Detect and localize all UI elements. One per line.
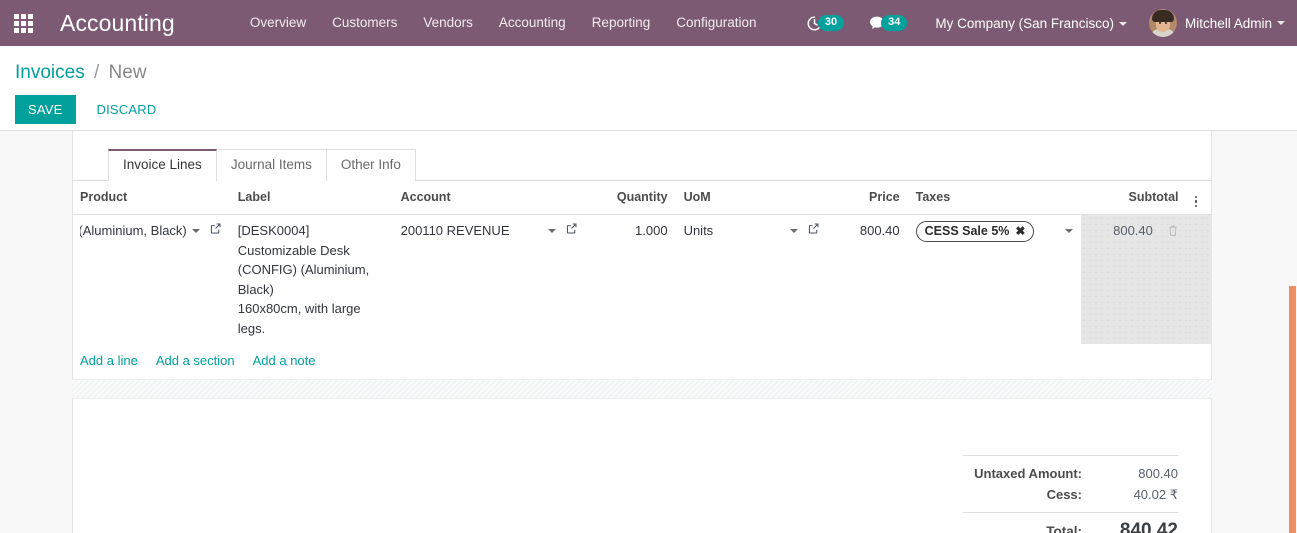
- untaxed-amount-label: Untaxed Amount:: [974, 465, 1082, 481]
- product-field[interactable]: ) (Aluminium, Black): [80, 221, 187, 241]
- cell-taxes[interactable]: CESS Sale 5% ✖: [908, 215, 1081, 345]
- main-menu: Overview Customers Vendors Accounting Re…: [237, 0, 770, 46]
- vertical-scrollbar[interactable]: [1289, 131, 1297, 533]
- optional-columns-button[interactable]: [1186, 181, 1212, 215]
- add-a-section-link[interactable]: Add a section: [156, 351, 235, 371]
- cell-uom[interactable]: Units: [676, 215, 829, 345]
- chevron-down-icon[interactable]: [191, 229, 200, 233]
- activity-count-badge: 30: [817, 15, 845, 31]
- vertical-dots-icon: [1194, 195, 1197, 207]
- chevron-down-icon[interactable]: [548, 229, 556, 233]
- menu-item-customers[interactable]: Customers: [319, 0, 410, 46]
- account-field[interactable]: 200110 REVENUE: [401, 221, 510, 241]
- untaxed-amount-row: Untaxed Amount: 800.40: [963, 463, 1178, 484]
- column-header-label: Label: [229, 181, 393, 215]
- trash-icon[interactable]: [1167, 224, 1179, 237]
- chevron-down-icon: [1277, 21, 1285, 25]
- messages-counter[interactable]: 34: [868, 15, 908, 32]
- column-header-product: Product: [72, 181, 230, 215]
- cell-product[interactable]: ) (Aluminium, Black): [72, 215, 230, 345]
- table-header: Product Label Account Quantity UoM Price…: [72, 181, 1212, 215]
- table-row[interactable]: ) (Aluminium, Black) [DESK0004] Customiz…: [72, 214, 1212, 345]
- chevron-down-icon[interactable]: [1064, 229, 1073, 233]
- total-label: Total:: [1046, 523, 1082, 533]
- subtotal-value: 800.40: [1113, 223, 1153, 238]
- invoice-lines-table: Product Label Account Quantity UoM Price…: [72, 181, 1212, 379]
- add-line-row: Add a line Add a section Add a note: [72, 344, 1212, 379]
- add-a-line-link[interactable]: Add a line: [80, 351, 138, 371]
- tax-tag[interactable]: CESS Sale 5% ✖: [915, 221, 1035, 242]
- company-name: My Company (San Francisco): [935, 15, 1114, 31]
- menu-item-configuration[interactable]: Configuration: [663, 0, 769, 46]
- save-button[interactable]: SAVE: [15, 95, 76, 124]
- top-navbar: Accounting Overview Customers Vendors Ac…: [0, 0, 1297, 46]
- column-header-taxes: Taxes: [907, 181, 1081, 215]
- apps-menu-toggle[interactable]: [0, 0, 46, 46]
- cell-account[interactable]: 200110 REVENUE: [393, 215, 586, 345]
- messages-count-badge: 34: [881, 15, 908, 31]
- scrollbar-thumb[interactable]: [1289, 286, 1296, 533]
- cess-label: Cess:: [1046, 486, 1082, 502]
- breadcrumb-invoices[interactable]: Invoices: [15, 62, 85, 83]
- internal-link-icon[interactable]: [209, 222, 222, 235]
- menu-item-accounting[interactable]: Accounting: [486, 0, 579, 46]
- cell-row-options: [1186, 214, 1212, 344]
- notebook-tabs: Invoice Lines Journal Items Other Info: [72, 149, 1212, 181]
- column-header-account: Account: [392, 181, 586, 215]
- tax-tag-label: CESS Sale 5%: [924, 224, 1010, 238]
- content-area: Invoice Lines Journal Items Other Info P…: [0, 131, 1297, 533]
- cell-quantity[interactable]: 1.000: [586, 215, 676, 345]
- label-name: Customizable Desk (CONFIG) (Aluminium, B…: [237, 242, 370, 297]
- company-switcher[interactable]: My Company (San Francisco): [919, 16, 1137, 31]
- tab-invoice-lines[interactable]: Invoice Lines: [108, 149, 217, 181]
- breadcrumb: Invoices / New: [0, 56, 1297, 86]
- menu-item-overview[interactable]: Overview: [237, 0, 319, 46]
- control-panel-buttons: SAVE DISCARD: [0, 86, 1297, 124]
- internal-link-icon[interactable]: [565, 222, 578, 235]
- avatar: [1148, 9, 1177, 37]
- activity-counter[interactable]: 30: [806, 15, 845, 32]
- cell-price[interactable]: 800.40: [828, 215, 907, 345]
- label-code: [DESK0004]: [237, 223, 310, 238]
- totals-box: Untaxed Amount: 800.40 Cess: 40.02 ₹ Tot…: [963, 454, 1178, 533]
- breadcrumb-separator: /: [93, 62, 100, 83]
- chevron-down-icon: [1118, 21, 1127, 26]
- chevron-down-icon[interactable]: [790, 229, 799, 233]
- total-row: Total: 840.42: [963, 511, 1178, 533]
- close-icon[interactable]: ✖: [1015, 223, 1025, 239]
- user-name: Mitchell Admin: [1184, 15, 1272, 31]
- notebook: Invoice Lines Journal Items Other Info P…: [72, 131, 1212, 533]
- form-sheet-inner: Invoice Lines Journal Items Other Info P…: [72, 131, 1212, 533]
- add-links-cell: Add a line Add a section Add a note: [72, 344, 1212, 379]
- column-header-uom: UoM: [675, 181, 829, 215]
- user-menu[interactable]: Mitchell Admin: [1137, 9, 1285, 37]
- tab-other-info[interactable]: Other Info: [325, 149, 416, 181]
- control-panel: Invoices / New SAVE DISCARD: [0, 46, 1297, 131]
- total-value: 840.42: [1119, 519, 1178, 533]
- tab-journal-items[interactable]: Journal Items: [215, 149, 327, 181]
- cess-row: Cess: 40.02 ₹: [963, 484, 1178, 506]
- app-brand-title[interactable]: Accounting: [46, 10, 181, 37]
- add-a-note-link[interactable]: Add a note: [253, 351, 316, 371]
- cell-subtotal: 800.40: [1080, 214, 1187, 344]
- column-header-price: Price: [828, 181, 908, 215]
- navbar-right-tools: 30 34 My Company (San Francisco) Mitchel…: [794, 0, 1297, 46]
- add-links: Add a line Add a section Add a note: [80, 351, 1204, 371]
- uom-field[interactable]: Units: [684, 221, 714, 241]
- menu-item-reporting[interactable]: Reporting: [579, 0, 664, 46]
- menu-item-vendors[interactable]: Vendors: [410, 0, 486, 46]
- column-header-quantity: Quantity: [586, 181, 676, 215]
- untaxed-amount-value: 800.40: [1138, 465, 1178, 481]
- discard-button[interactable]: DISCARD: [85, 95, 169, 124]
- breadcrumb-current: New: [108, 62, 147, 83]
- internal-link-icon[interactable]: [807, 222, 820, 235]
- apps-grid-icon: [13, 13, 33, 33]
- table-footer-band: [72, 378, 1212, 399]
- column-header-subtotal: Subtotal: [1080, 181, 1187, 215]
- cell-label[interactable]: [DESK0004] Customizable Desk (CONFIG) (A…: [230, 215, 393, 345]
- totals-section: Untaxed Amount: 800.40 Cess: 40.02 ₹ Tot…: [72, 454, 1212, 533]
- cess-value: 40.02 ₹: [1133, 486, 1178, 502]
- label-description: 160x80cm, with large legs.: [237, 301, 361, 336]
- table-body: ) (Aluminium, Black) [DESK0004] Customiz…: [72, 214, 1212, 379]
